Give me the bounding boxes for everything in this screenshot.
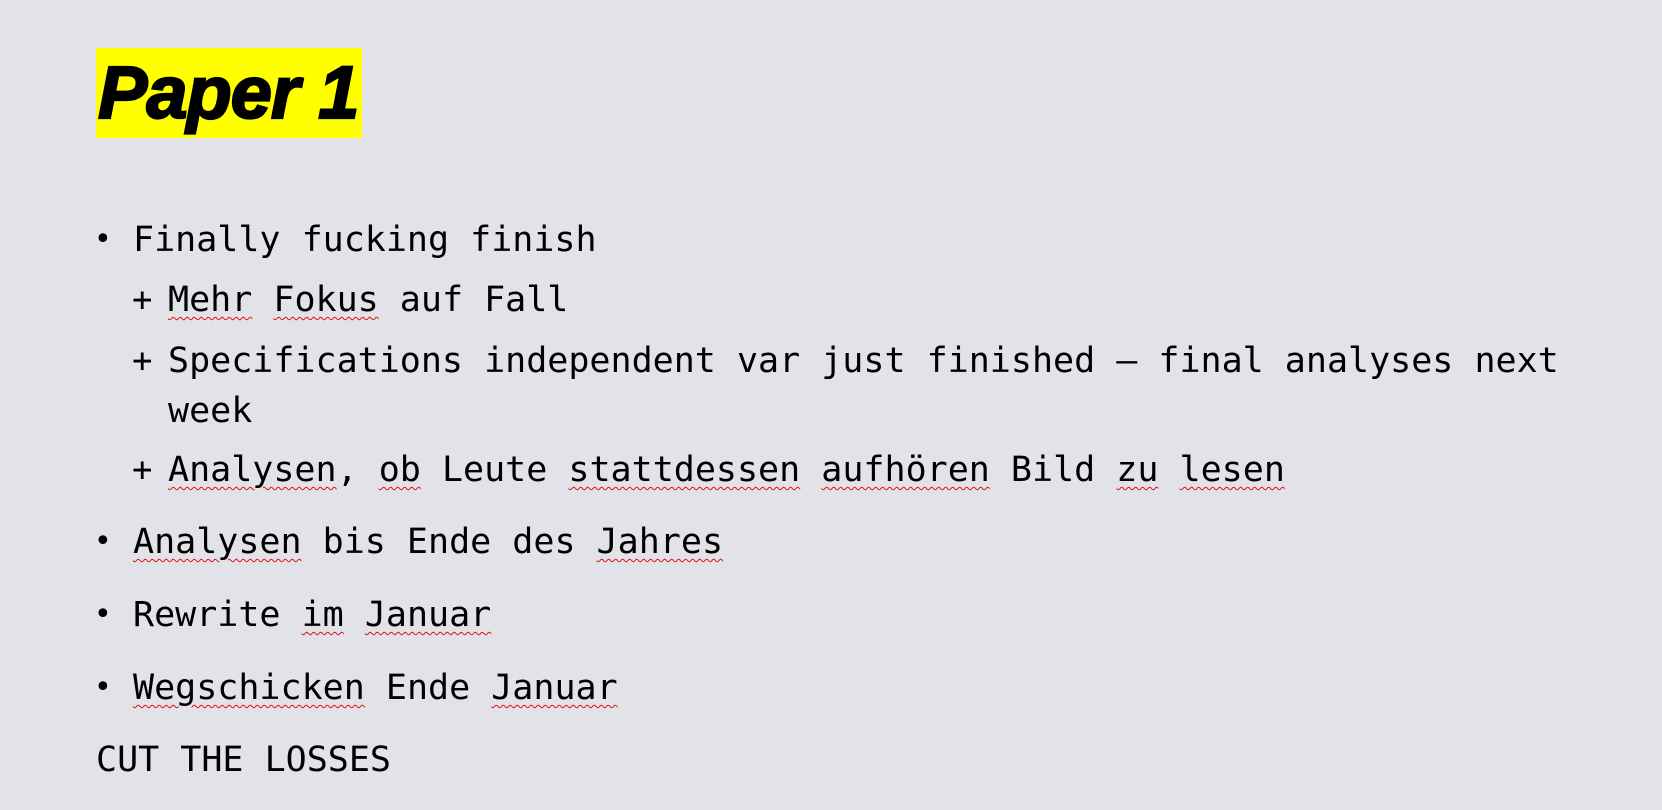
footer-text[interactable]: CUT THE LOSSES	[96, 740, 391, 780]
spellcheck-word: Fokus	[273, 280, 379, 320]
text-run	[800, 450, 821, 490]
spellcheck-word: lesen	[1179, 450, 1285, 490]
bullet-icon: •	[94, 597, 112, 632]
spellcheck-word: stattdessen	[568, 450, 801, 490]
sub-item-2-line1[interactable]: Specifications independent var just fini…	[168, 341, 1559, 381]
spellcheck-word: zu	[1116, 450, 1159, 490]
spellcheck-word: Januar	[364, 595, 492, 635]
spellcheck-word: Analysen	[168, 450, 337, 490]
bullet-icon: •	[94, 524, 112, 559]
spellcheck-word: Mehr	[168, 280, 253, 320]
slide: Paper 1 • Finally fucking finish + Mehr …	[0, 0, 1662, 810]
spellcheck-word: im	[301, 595, 344, 635]
bullet-icon: •	[94, 670, 112, 705]
sub-bullet-icon: +	[132, 450, 153, 490]
text-run: Ende	[364, 668, 492, 708]
text-run: bis Ende des	[301, 522, 597, 562]
bullet-item-1[interactable]: Finally fucking finish	[133, 220, 597, 260]
bullet-icon: •	[94, 222, 112, 257]
slide-title[interactable]: Paper 1	[97, 48, 361, 138]
sub-bullet-icon: +	[132, 341, 153, 381]
text-run: Bild	[989, 450, 1117, 490]
text-run: ,	[336, 450, 379, 490]
spellcheck-word: Analysen	[133, 522, 302, 562]
text-run: Rewrite	[133, 595, 302, 635]
sub-item-2-line2[interactable]: week	[168, 391, 252, 431]
text-run	[344, 595, 365, 635]
spellcheck-word: Wegschicken	[133, 668, 365, 708]
text-run	[1158, 450, 1179, 490]
text-run	[252, 280, 273, 320]
sub-item-3[interactable]: Analysen, ob Leute stattdessen aufhören …	[168, 450, 1285, 490]
spellcheck-word: Januar	[491, 668, 618, 708]
spellcheck-word: ob	[378, 450, 421, 490]
bullet-item-2[interactable]: Analysen bis Ende des Jahres	[133, 522, 723, 562]
spellcheck-word: Jahres	[596, 522, 724, 562]
title-highlight: Paper 1	[96, 48, 363, 138]
sub-item-1[interactable]: Mehr Fokus auf Fall	[168, 280, 568, 320]
bullet-item-3[interactable]: Rewrite im Januar	[133, 595, 491, 635]
spellcheck-word: aufhören	[821, 450, 990, 490]
bullet-item-4[interactable]: Wegschicken Ende Januar	[133, 668, 618, 708]
text-run: auf Fall	[378, 280, 569, 320]
text-run: Leute	[420, 450, 569, 490]
sub-bullet-icon: +	[132, 280, 153, 320]
